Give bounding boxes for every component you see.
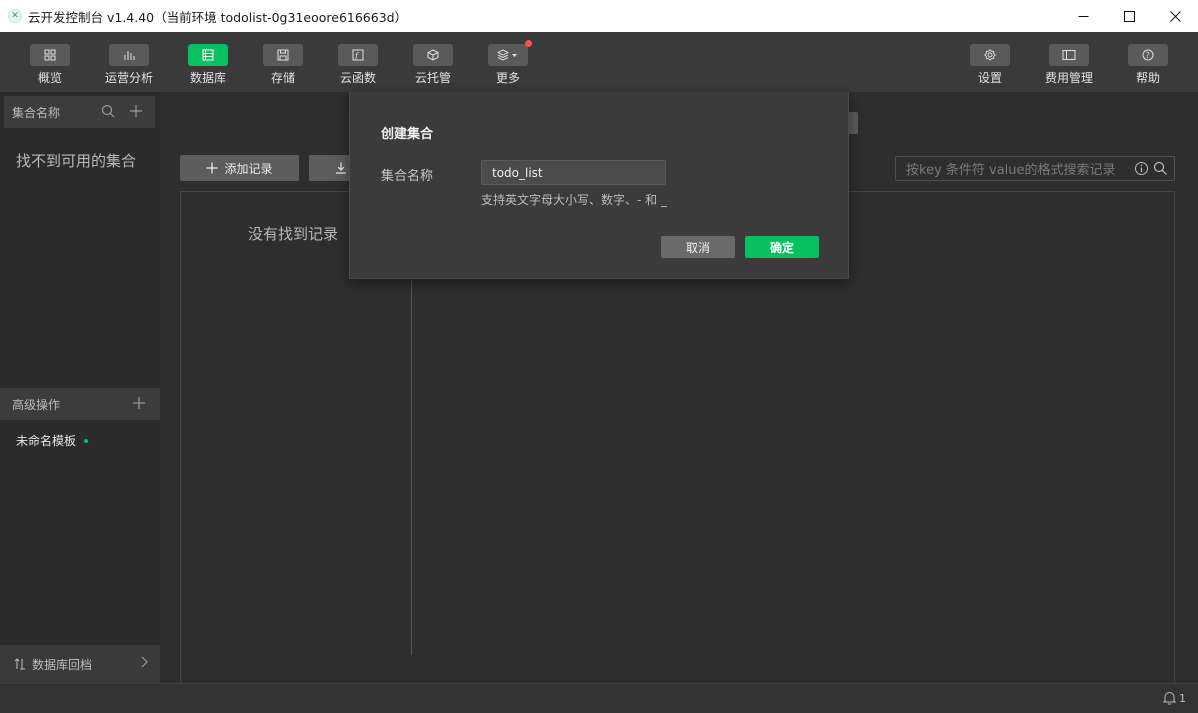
empty-collections-text: 找不到可用的集合 [16, 152, 137, 170]
gear-icon [970, 44, 1010, 66]
toolbar-cloud-functions-label: 云函数 [339, 71, 376, 85]
toolbar-overview-label: 概览 [37, 71, 62, 85]
svg-text:f: f [354, 52, 360, 61]
chevron-right-icon [140, 656, 148, 671]
sort-icon [14, 658, 25, 670]
search-icon [101, 104, 115, 117]
bell-icon [1163, 692, 1176, 705]
search-icon [1153, 161, 1167, 175]
toolbar-storage[interactable]: 存储 [248, 32, 318, 92]
statusbar: 1 [0, 683, 1198, 713]
help-icon: ? [1128, 44, 1168, 66]
close-icon [1169, 10, 1181, 22]
plus-icon [130, 104, 142, 117]
main-toolbar: 概览 运营分析 数据库 存储 f 云函数 云托管 更多 设置 费用管理 ? 帮助 [0, 32, 1198, 92]
app-logo-icon: ✕ [8, 9, 22, 23]
toolbar-storage-label: 存储 [270, 71, 295, 85]
toolbar-cloud-functions[interactable]: f 云函数 [323, 32, 393, 92]
billing-icon [1049, 44, 1089, 66]
add-record-label: 添加记录 [224, 161, 273, 176]
collections-header: 集合名称 [4, 96, 155, 128]
toolbar-analytics[interactable]: 运营分析 [94, 32, 164, 92]
collections-header-label: 集合名称 [12, 105, 61, 120]
notification-badge [525, 40, 532, 47]
svg-text:?: ? [1146, 51, 1150, 60]
create-collection-dialog: 创建集合 集合名称 支持英文字母大小写、数字、- 和 _ 取消 确定 [349, 92, 849, 279]
function-icon: f [338, 44, 378, 66]
layers-icon [488, 40, 532, 66]
plus-icon [206, 162, 218, 174]
toolbar-settings-label: 设置 [977, 71, 1002, 85]
advanced-operations-header: 高级操作 [0, 388, 160, 420]
toolbar-cloud-hosting[interactable]: 云托管 [398, 32, 468, 92]
search-placeholder: 按key 条件符 value的格式搜索记录 [906, 163, 1116, 178]
add-record-button[interactable]: 添加记录 [180, 155, 299, 181]
bar-chart-icon [109, 44, 149, 66]
add-collection-button[interactable] [129, 104, 143, 121]
minimize-button[interactable] [1060, 0, 1106, 32]
collection-name-hint: 支持英文字母大小写、数字、- 和 _ [481, 193, 667, 207]
save-icon [263, 44, 303, 66]
info-icon [1135, 162, 1148, 175]
add-advanced-operation-button[interactable] [132, 394, 146, 415]
window-titlebar: ✕ 云开发控制台 v1.4.40（当前环境 todolist-0g31eoore… [0, 0, 1198, 32]
template-item-label: 未命名模板 [16, 434, 77, 448]
toolbar-billing-label: 费用管理 [1044, 71, 1093, 85]
toolbar-database-label: 数据库 [189, 71, 226, 85]
status-dot-icon [84, 438, 89, 443]
close-window-button[interactable] [1152, 0, 1198, 32]
maximize-button[interactable] [1106, 0, 1152, 32]
toolbar-help-label: 帮助 [1135, 71, 1160, 85]
collection-name-input[interactable] [481, 160, 666, 185]
confirm-button[interactable]: 确定 [745, 236, 819, 258]
toolbar-overview[interactable]: 概览 [15, 32, 85, 92]
maximize-icon [1123, 10, 1135, 22]
search-collection-button[interactable] [101, 104, 115, 121]
record-search-input[interactable]: 按key 条件符 value的格式搜索记录 [895, 156, 1175, 181]
no-records-text: 没有找到记录 [248, 225, 339, 243]
template-item[interactable]: 未命名模板 [16, 432, 89, 449]
database-sidebar: 集合名称 找不到可用的集合 高级操作 未命名模板 数据库回档 [0, 92, 160, 683]
toolbar-settings[interactable]: 设置 [955, 32, 1025, 92]
toolbar-analytics-label: 运营分析 [104, 71, 153, 85]
notifications-button[interactable]: 1 [1163, 691, 1186, 705]
toolbar-database[interactable]: 数据库 [173, 32, 243, 92]
window-title: 云开发控制台 v1.4.40（当前环境 todolist-0g31eoore61… [28, 9, 408, 25]
toolbar-more[interactable]: 更多 [473, 32, 543, 92]
advanced-operations-label: 高级操作 [12, 397, 61, 412]
hidden-tab-button[interactable] [848, 112, 858, 134]
minimize-icon [1078, 15, 1088, 17]
collection-name-label: 集合名称 [381, 169, 434, 184]
toolbar-help[interactable]: ? 帮助 [1113, 32, 1183, 92]
database-rollback-label: 数据库回档 [32, 657, 93, 672]
window-controls [1060, 0, 1198, 32]
grid-icon [30, 44, 70, 66]
notification-count: 1 [1179, 691, 1186, 705]
toolbar-cloud-hosting-label: 云托管 [414, 71, 451, 85]
toolbar-more-label: 更多 [495, 71, 520, 85]
database-rollback[interactable]: 数据库回档 [0, 645, 160, 683]
cancel-button[interactable]: 取消 [661, 236, 735, 258]
plus-icon [133, 397, 145, 409]
dialog-title: 创建集合 [381, 127, 434, 142]
toolbar-billing[interactable]: 费用管理 [1034, 32, 1104, 92]
database-icon [188, 44, 228, 66]
download-icon [336, 162, 346, 174]
panel-divider [411, 280, 412, 655]
cube-icon [413, 44, 453, 66]
